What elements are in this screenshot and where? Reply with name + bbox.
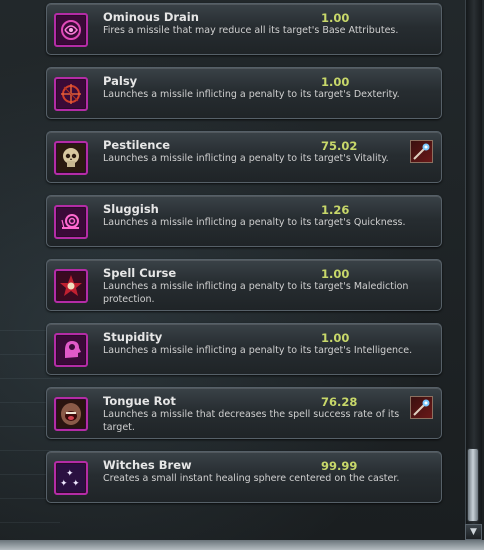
spell-description: Launches a missile inflicting a penalty … — [103, 281, 409, 305]
spell-list: Ominous Drain 1.00 Fires a missile that … — [0, 0, 460, 550]
spell-value: 1.00 — [321, 11, 350, 25]
spell-value: 1.00 — [321, 331, 350, 345]
spell-value: 75.02 — [321, 139, 358, 153]
spell-row[interactable]: Ominous Drain 1.00 Fires a missile that … — [46, 3, 442, 55]
spell-description: Launches a missile that decreases the sp… — [103, 409, 400, 433]
chevron-down-icon: ▼ — [470, 526, 477, 537]
spell-value: 1.00 — [321, 75, 350, 89]
spell-name: Witches Brew — [103, 458, 192, 472]
spell-row[interactable]: Palsy 1.00 Launches a missile inflicting… — [46, 67, 442, 119]
spell-value: 1.26 — [321, 203, 350, 217]
spell-name: Ominous Drain — [103, 10, 199, 24]
spell-description: Launches a missile inflicting a penalty … — [103, 153, 389, 164]
spell-name: Pestilence — [103, 138, 171, 152]
spell-description: Creates a small instant healing sphere c… — [103, 473, 400, 484]
spell-row[interactable]: ✦ ✦ ✦ Witches Brew 99.99 Creates a small i… — [46, 451, 442, 503]
sparkles-icon: ✦ ✦ ✦ — [54, 461, 88, 495]
snail-icon — [54, 205, 88, 239]
head-icon — [54, 333, 88, 367]
spell-description: Launches a missile inflicting a penalty … — [103, 217, 406, 228]
spell-row[interactable]: Spell Curse 1.00 Launches a missile infl… — [46, 259, 442, 311]
wand-icon[interactable] — [410, 140, 433, 163]
spell-row[interactable]: Sluggish 1.26 Launches a missile inflict… — [46, 195, 442, 247]
scrollbar-thumb[interactable] — [467, 448, 479, 522]
spell-name: Tongue Rot — [103, 394, 176, 408]
spell-description: Fires a missile that may reduce all its … — [103, 25, 399, 36]
spell-description: Launches a missile inflicting a penalty … — [103, 89, 400, 100]
svg-text:✦: ✦ — [72, 479, 80, 489]
window-bottom-border — [0, 540, 484, 550]
spell-row[interactable]: Stupidity 1.00 Launches a missile inflic… — [46, 323, 442, 375]
star-skull-icon — [54, 269, 88, 303]
spell-name: Stupidity — [103, 330, 163, 344]
spell-value: 76.28 — [321, 395, 358, 409]
swirl-icon — [54, 13, 88, 47]
spell-name: Spell Curse — [103, 266, 177, 280]
scroll-down-button[interactable]: ▼ — [465, 524, 482, 540]
spell-row[interactable]: Pestilence 75.02 Launches a missile infl… — [46, 131, 442, 183]
svg-text:✦: ✦ — [66, 469, 74, 479]
crosshair-icon — [54, 77, 88, 111]
svg-text:✦: ✦ — [60, 479, 68, 489]
spell-value: 99.99 — [321, 459, 358, 473]
spell-name: Sluggish — [103, 202, 159, 216]
spell-name: Palsy — [103, 74, 138, 88]
wand-icon[interactable] — [410, 396, 433, 419]
skull-icon — [54, 141, 88, 175]
spell-description: Launches a missile inflicting a penalty … — [103, 345, 413, 356]
spell-row[interactable]: Tongue Rot 76.28 Launches a missile that… — [46, 387, 442, 439]
spell-value: 1.00 — [321, 267, 350, 281]
mouth-icon — [54, 397, 88, 431]
